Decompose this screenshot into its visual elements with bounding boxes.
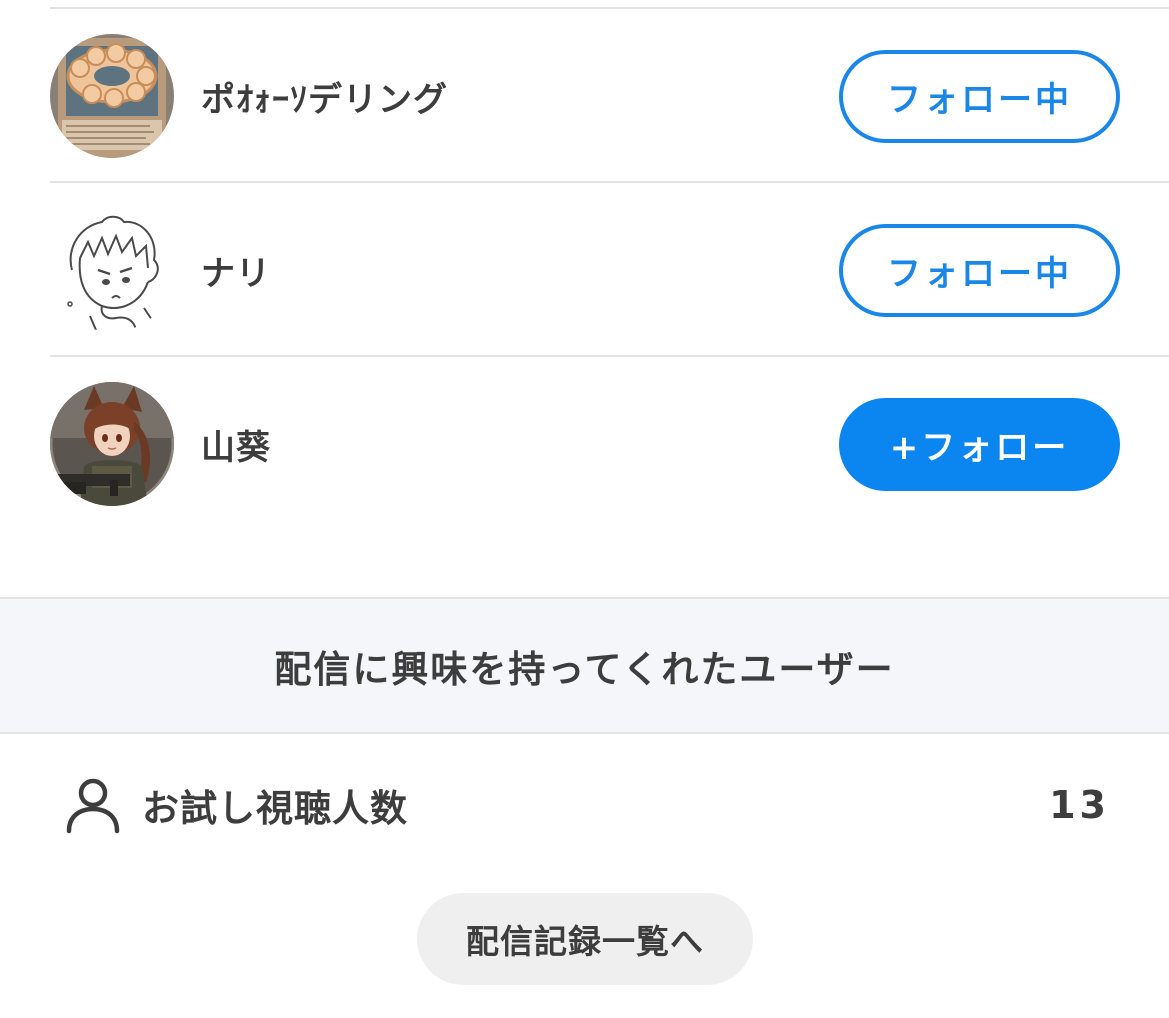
follow-button[interactable]: +フォロー (839, 397, 1120, 491)
following-button[interactable]: フォロー中 (839, 49, 1120, 143)
user-name[interactable]: ポｵｫｰｿデリング (201, 72, 448, 121)
user-row[interactable]: 山葵 +フォロー (50, 357, 1169, 531)
donut-card-avatar[interactable] (50, 34, 174, 158)
anime-girl-icon (50, 382, 174, 506)
sketch-face-avatar[interactable] (50, 208, 174, 332)
donut-card-icon (50, 34, 174, 158)
user-row[interactable]: ナリ フォロー中 (50, 183, 1169, 357)
trial-viewers-label: お試し視聴人数 (142, 787, 408, 830)
interested-users-header: 配信に興味を持ってくれたユーザー (0, 597, 1169, 734)
section-title: 配信に興味を持ってくれたユーザー (274, 647, 895, 691)
user-name[interactable]: 山葵 (201, 420, 271, 469)
anime-girl-avatar[interactable] (50, 382, 174, 506)
person-icon (66, 778, 120, 834)
trial-viewers-count: 13 (1049, 783, 1110, 827)
following-button[interactable]: フォロー中 (839, 223, 1120, 317)
user-row[interactable]: ポｵｫｰｿデリング フォロー中 (50, 9, 1169, 183)
broadcast-history-button[interactable]: 配信記録一覧へ (417, 893, 753, 985)
trial-viewers-row: お試し視聴人数 13 (64, 760, 1110, 850)
user-name[interactable]: ナリ (201, 246, 271, 295)
sketch-face-icon (50, 208, 174, 332)
